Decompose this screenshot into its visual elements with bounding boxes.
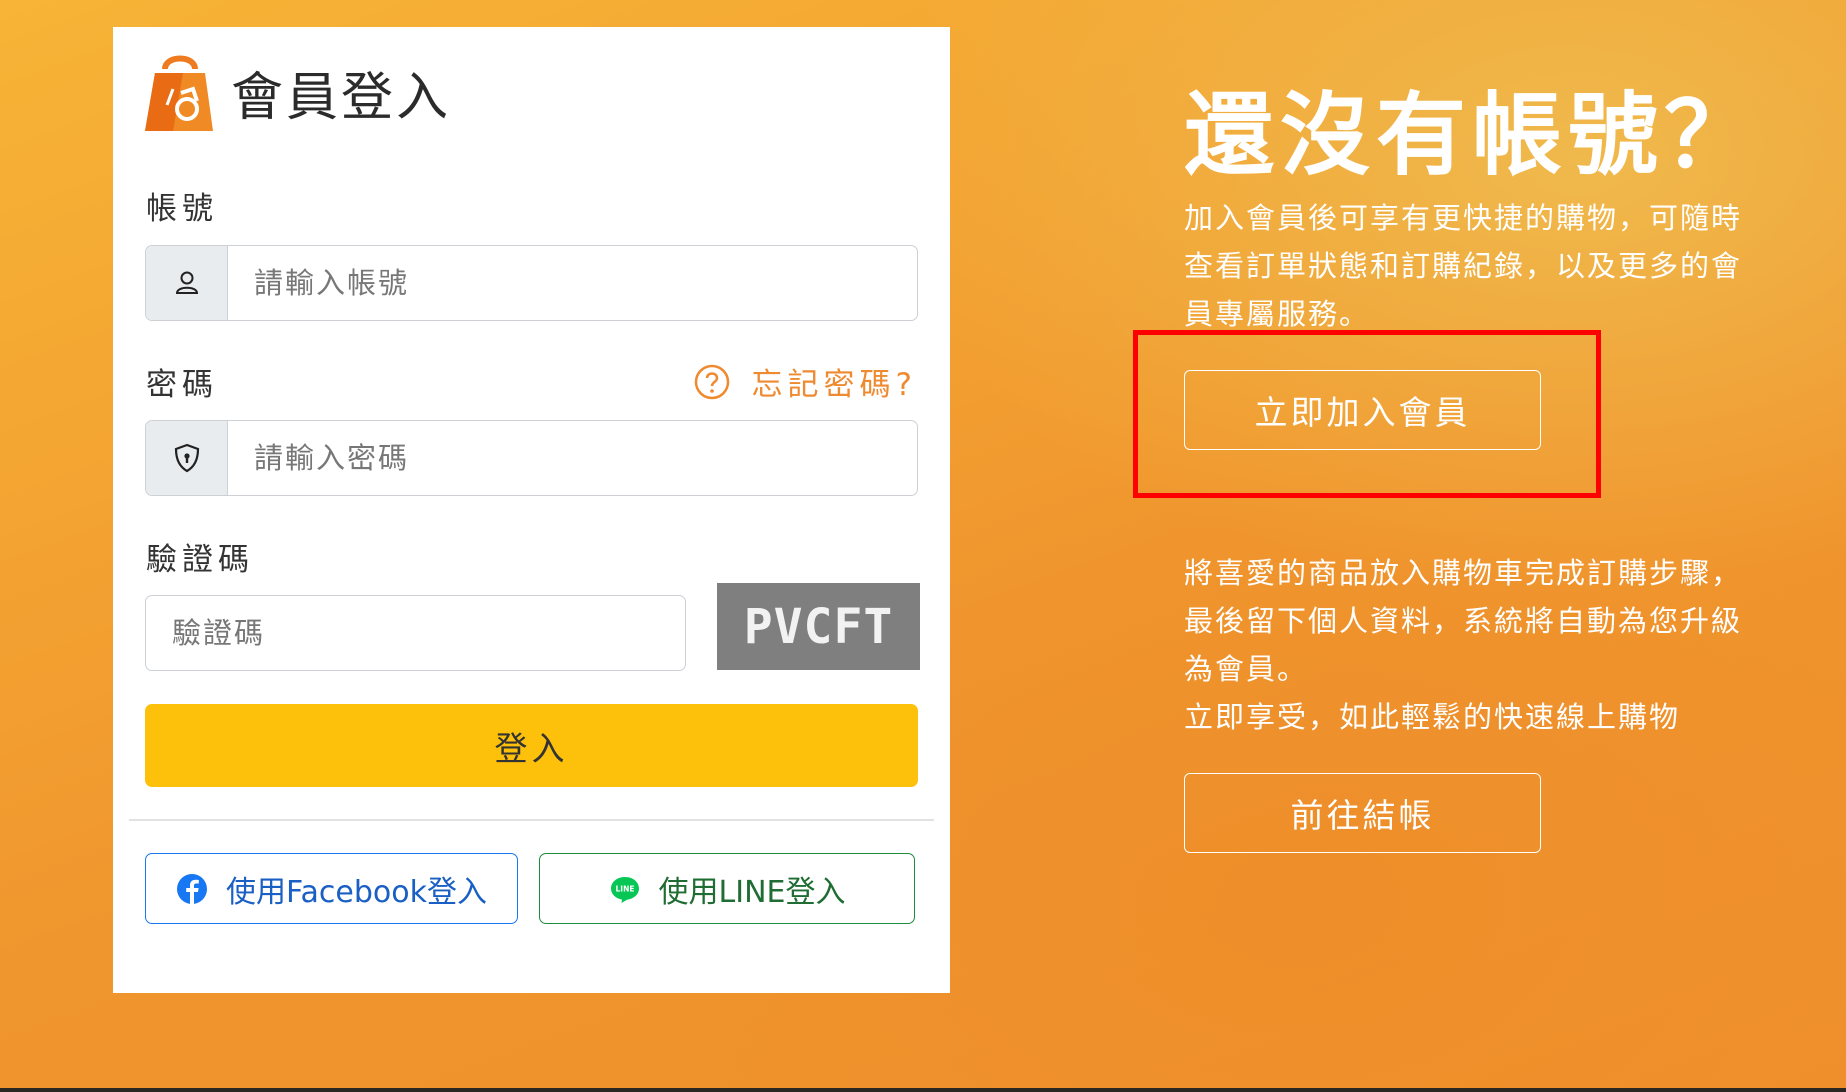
- login-button[interactable]: 登入: [145, 704, 918, 787]
- password-addon: [146, 421, 228, 495]
- account-addon: [146, 246, 228, 320]
- promo-description-2: 將喜愛的商品放入購物車完成訂購步驟，最後留下個人資料，系統將自動為您升級為會員。: [1184, 556, 1743, 686]
- password-label: 密碼: [146, 367, 218, 403]
- divider: [129, 819, 934, 821]
- forgot-password-link[interactable]: 忘記密碼?: [694, 359, 917, 404]
- page-title: 會員登入: [231, 67, 452, 128]
- promo-title: 還沒有帳號？: [1184, 83, 1760, 188]
- facebook-icon: [177, 873, 208, 904]
- facebook-login-text: 使用Facebook登入: [226, 874, 487, 910]
- password-input-group: [145, 420, 918, 496]
- promo-description-3: 立即享受，如此輕鬆的快速線上購物: [1184, 700, 1681, 734]
- account-input[interactable]: [228, 246, 917, 320]
- bottom-bar: [0, 1088, 1846, 1092]
- account-input-group: [145, 245, 918, 321]
- login-header: 會員登入: [143, 49, 451, 135]
- password-input[interactable]: [228, 421, 917, 495]
- captcha-label: 驗證碼: [146, 542, 254, 578]
- shopping-bag-logo-icon: [145, 55, 213, 131]
- line-icon: LINE: [610, 876, 639, 903]
- captcha-input[interactable]: [146, 596, 685, 670]
- user-icon: [175, 271, 198, 294]
- shield-keyhole-icon: [174, 443, 199, 473]
- svg-text:LINE: LINE: [615, 884, 634, 893]
- login-card: 會員登入 帳號 密碼 忘記密碼? 驗證碼: [113, 27, 950, 993]
- line-login-text: 使用LINE登入: [658, 874, 846, 910]
- account-label: 帳號: [146, 191, 218, 227]
- forgot-password-text: 忘記密碼?: [751, 367, 917, 403]
- facebook-login-button[interactable]: 使用Facebook登入: [145, 853, 518, 924]
- captcha-image[interactable]: PVCFT: [717, 583, 920, 670]
- checkout-button[interactable]: 前往結帳: [1184, 773, 1541, 853]
- question-circle-icon: [694, 364, 729, 399]
- promo-description-1: 加入會員後可享有更快捷的購物，可隨時查看訂單狀態和訂購紀錄，以及更多的會員專屬服…: [1184, 201, 1743, 331]
- line-login-button[interactable]: LINE 使用LINE登入: [539, 853, 915, 924]
- join-member-button[interactable]: 立即加入會員: [1184, 370, 1541, 450]
- captcha-input-group: [145, 595, 686, 671]
